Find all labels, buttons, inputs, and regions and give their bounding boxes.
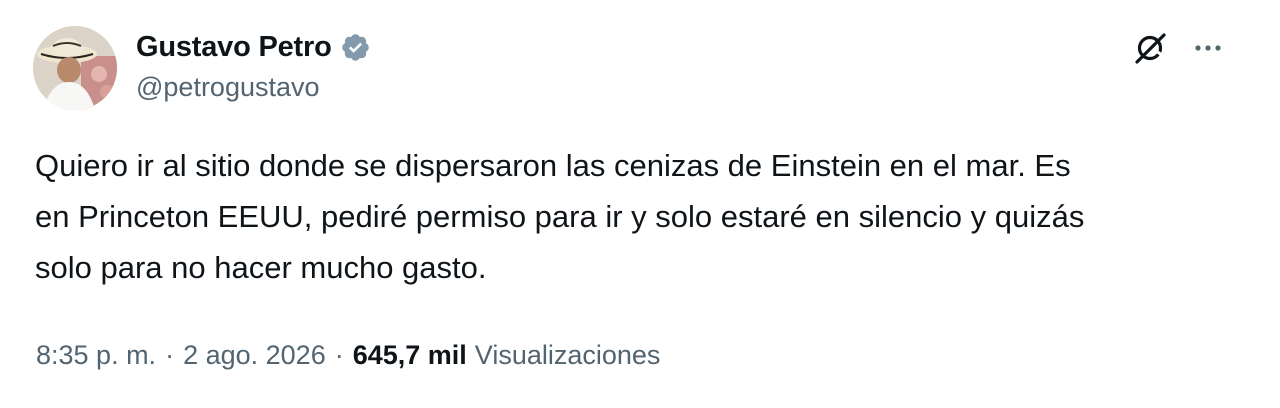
avatar[interactable] — [33, 26, 117, 110]
more-options-icon — [1195, 45, 1221, 51]
more-options-button[interactable] — [1188, 30, 1228, 66]
tweet-metadata: 8:35 p. m. · 2 ago. 2026 · 645,7 mil Vis… — [36, 340, 660, 371]
tweet-date[interactable]: 2 ago. 2026 — [183, 340, 326, 371]
views-label[interactable]: Visualizaciones — [475, 340, 661, 371]
tweet-time[interactable]: 8:35 p. m. — [36, 340, 156, 371]
author-handle[interactable]: @petrogustavo — [136, 72, 320, 103]
meta-separator: · — [165, 340, 175, 370]
author-name-row: Gustavo Petro — [136, 28, 371, 66]
meta-separator: · — [334, 340, 344, 370]
author-display-name[interactable]: Gustavo Petro — [136, 31, 332, 64]
verified-badge-icon[interactable] — [340, 32, 371, 63]
tweet-text: Quiero ir al sitio donde se dispersaron … — [35, 148, 1085, 285]
tweet-card: Gustavo Petro @petrogustavo Quiero ir al… — [0, 0, 1280, 408]
avatar-photo — [33, 26, 117, 110]
views-count[interactable]: 645,7 mil — [353, 340, 467, 371]
grok-icon — [1135, 33, 1166, 64]
grok-button[interactable] — [1128, 26, 1172, 70]
